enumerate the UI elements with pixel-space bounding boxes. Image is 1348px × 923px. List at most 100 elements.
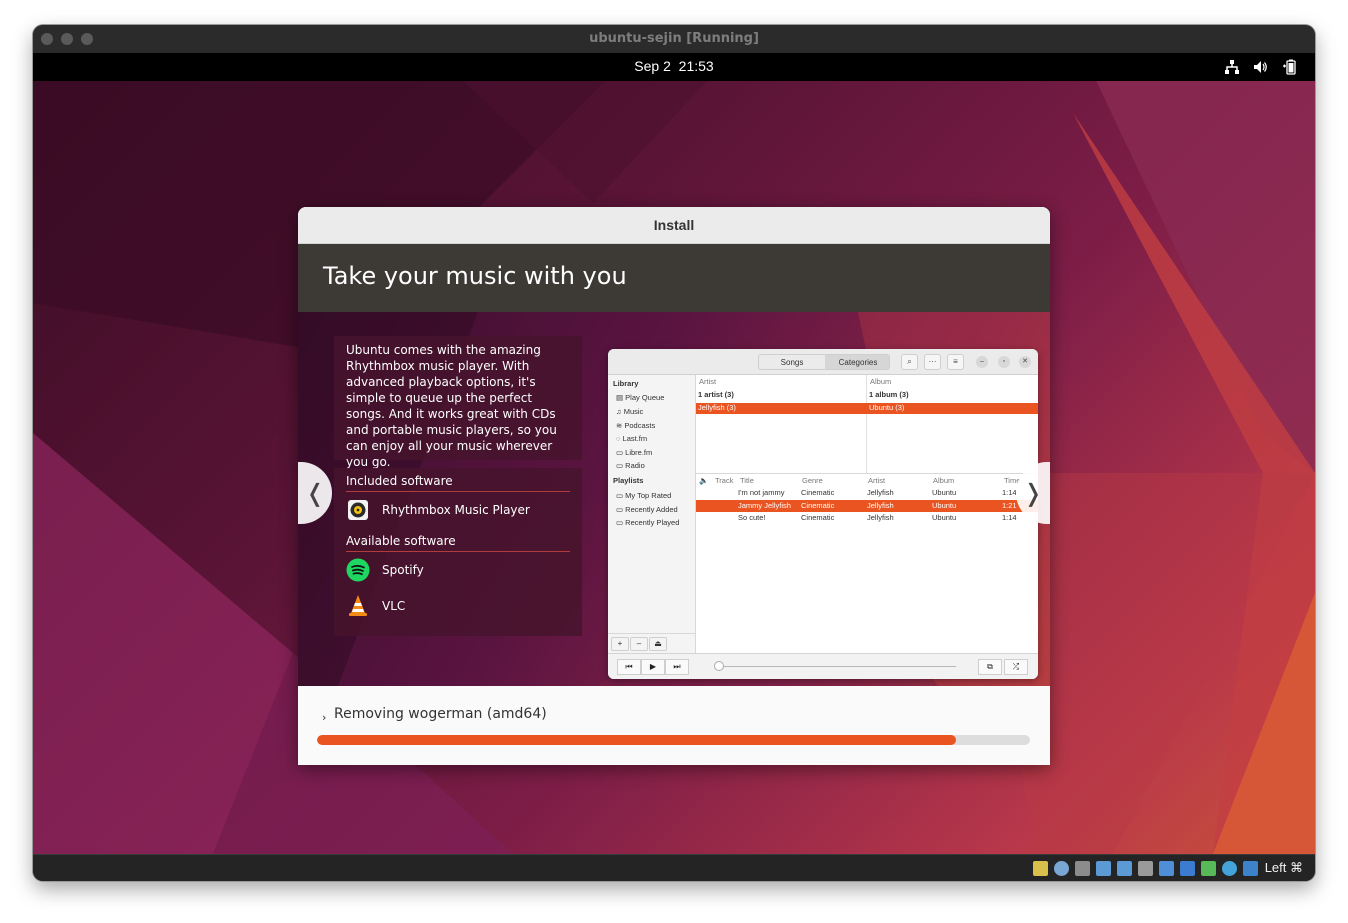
rb-repeat-icon: ⧉ xyxy=(978,659,1002,675)
virtualbox-window: ubuntu-sejin [Running] Sep 2 21:53 Insta… xyxy=(33,25,1315,881)
volume-icon[interactable] xyxy=(1252,59,1268,75)
rb-next-icon: ⏭ xyxy=(665,659,689,675)
gnome-top-bar: Sep 2 21:53 xyxy=(33,53,1315,81)
rb-col-album: Album xyxy=(933,476,955,485)
rb-eject-icon: ⏏ xyxy=(649,637,667,651)
rb-track-artist: Jellyfish xyxy=(867,501,894,510)
software-item-vlc: VLC xyxy=(346,594,570,620)
recording-icon[interactable] xyxy=(1180,861,1195,876)
clock[interactable]: Sep 2 21:53 xyxy=(33,58,1315,74)
rb-playlist-item: ▭ Recently Played xyxy=(616,518,680,527)
rb-track-time: 1:14 xyxy=(1002,513,1017,522)
rb-artist-all: 1 artist (3) xyxy=(698,390,734,399)
rb-track-genre: Cinematic xyxy=(801,488,835,497)
rb-play-icon: ▶ xyxy=(641,659,665,675)
network-adapter-icon[interactable] xyxy=(1096,861,1111,876)
software-panel: Included software Rhythmbox Music Player… xyxy=(334,468,582,636)
keyboard-capture-icon[interactable] xyxy=(1243,861,1258,876)
host-key-label[interactable]: Left ⌘ xyxy=(1265,860,1303,876)
rb-tab-songs: Songs xyxy=(780,358,804,367)
rb-library-item: ◌ Last.fm xyxy=(616,434,648,443)
software-item-rhythmbox: Rhythmbox Music Player xyxy=(346,498,570,524)
spotify-icon xyxy=(346,558,370,582)
rb-track-list: 🔈 Track Title Genre Artist Album Time I'… xyxy=(696,473,1038,653)
rb-col-track: Track xyxy=(715,476,734,485)
rb-search-icon: ⌕ xyxy=(901,354,918,370)
rb-col-artist: Artist xyxy=(868,476,886,485)
rb-col-title: Title xyxy=(740,476,754,485)
rb-view-switcher: Songs Categories xyxy=(758,354,890,370)
vlc-icon xyxy=(349,595,367,616)
audio-icon[interactable] xyxy=(1075,861,1090,876)
slide-title: Take your music with you xyxy=(323,262,627,290)
rb-library-heading: Library xyxy=(613,379,639,388)
clock-date: Sep 2 xyxy=(634,58,671,74)
install-progress-fill xyxy=(317,735,956,745)
cpu-icon[interactable] xyxy=(1201,861,1216,876)
mouse-integration-icon[interactable] xyxy=(1222,861,1237,876)
slide-header: Take your music with you xyxy=(298,244,1050,312)
rb-previous-icon: ⏮ xyxy=(617,659,641,675)
software-name: VLC xyxy=(382,599,406,613)
rb-track-time: 1:21 xyxy=(1002,501,1017,510)
rb-shuffle-icon: ⤮ xyxy=(1004,659,1028,675)
rb-playlist-item: ▭ My Top Rated xyxy=(616,491,672,500)
rb-playlists-heading: Playlists xyxy=(613,476,644,485)
installer-window: Install Take your music with you Ubuntu … xyxy=(298,207,1050,765)
rb-track-title: Jammy Jellyfish xyxy=(738,501,791,510)
rb-col-genre: Genre xyxy=(802,476,823,485)
rb-headerbar: Songs Categories ⌕ ··· ≡ – ▫ ✕ xyxy=(608,349,1038,375)
software-name: Spotify xyxy=(382,563,424,577)
rb-maximize-icon: ▫ xyxy=(998,356,1010,368)
network-icon[interactable] xyxy=(1224,59,1240,75)
installer-header[interactable]: Install xyxy=(298,207,1050,244)
rb-track-genre: Cinematic xyxy=(801,501,835,510)
rb-browser: Artist Album 1 artist (3) 1 album (3) Je… xyxy=(696,375,1038,473)
rb-menu-icon: ≡ xyxy=(947,354,964,370)
guest-desktop: Sep 2 21:53 Install Take your music with… xyxy=(33,53,1315,854)
rb-track-title: So cute! xyxy=(738,513,766,522)
rb-artist-selected: Jellyfish (3) xyxy=(698,403,736,412)
battery-icon[interactable] xyxy=(1282,59,1298,75)
slide-body: Ubuntu comes with the amazing Rhythmbox … xyxy=(298,312,1050,686)
hard-disk-icon[interactable] xyxy=(1033,861,1048,876)
rb-library-item: ♫ Music xyxy=(616,407,644,416)
install-progress-area: › Removing wogerman (amd64) xyxy=(298,686,1050,765)
rhythmbox-icon xyxy=(348,500,368,520)
rb-sidebar: Library ▤ Play Queue ♫ Music ≋ Podcasts … xyxy=(608,375,696,653)
display-icon[interactable] xyxy=(1159,861,1174,876)
rb-close-icon: ✕ xyxy=(1019,356,1031,368)
rb-track-album: Ubuntu xyxy=(932,501,957,510)
rb-track-album: Ubuntu xyxy=(932,488,957,497)
rb-sidebar-footer: + – ⏏ xyxy=(608,633,696,653)
optical-drive-icon[interactable] xyxy=(1054,861,1069,876)
rb-remove-playlist-icon: – xyxy=(630,637,648,651)
rb-track-time: 1:14 xyxy=(1002,488,1017,497)
vm-status-bar: Left ⌘ xyxy=(33,854,1315,881)
rb-track-title: I'm not jammy xyxy=(738,488,785,497)
rb-add-playlist-icon: + xyxy=(611,637,629,651)
rhythmbox-screenshot: Songs Categories ⌕ ··· ≡ – ▫ ✕ Library ▤… xyxy=(608,349,1038,679)
rb-track-genre: Cinematic xyxy=(801,513,835,522)
vm-titlebar[interactable]: ubuntu-sejin [Running] xyxy=(33,25,1315,53)
rb-browser-selected-row xyxy=(696,403,1038,414)
rb-playlist-item: ▭ Recently Added xyxy=(616,505,678,514)
clock-time: 21:53 xyxy=(678,58,714,74)
rb-track-album: Ubuntu xyxy=(932,513,957,522)
rb-tab-categories: Categories xyxy=(825,355,889,369)
install-status-text: Removing wogerman (amd64) xyxy=(334,706,547,722)
details-expander-icon[interactable]: › xyxy=(322,711,326,724)
rb-seek-bar xyxy=(716,666,956,667)
included-software-heading: Included software xyxy=(346,474,570,492)
rb-album-header: Album xyxy=(870,377,892,386)
shared-folders-icon[interactable] xyxy=(1138,861,1153,876)
usb-icon[interactable] xyxy=(1117,861,1132,876)
rb-seek-handle xyxy=(714,661,724,671)
available-software-heading: Available software xyxy=(346,534,570,552)
rb-more-icon: ··· xyxy=(924,354,941,370)
rb-track-artist: Jellyfish xyxy=(867,513,894,522)
rb-album-selected: Ubuntu (3) xyxy=(869,403,905,412)
rb-col-playing: 🔈 xyxy=(699,476,709,485)
installer-title: Install xyxy=(653,217,695,233)
rb-player-controls: ⏮ ▶ ⏭ ⧉ ⤮ xyxy=(608,653,1038,679)
